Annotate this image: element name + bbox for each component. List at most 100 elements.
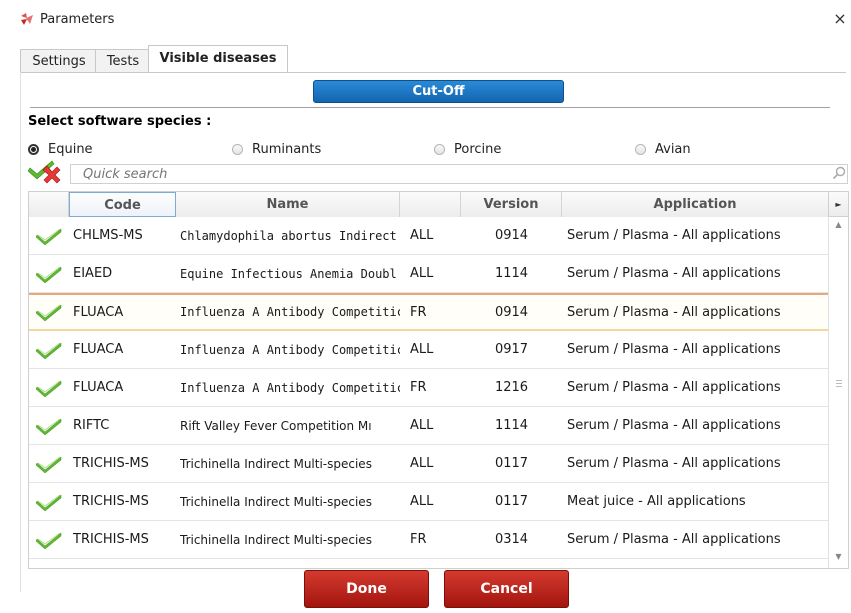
tab-tests[interactable]: Tests [95, 49, 151, 73]
column-header-application[interactable]: Application [562, 192, 828, 217]
species-label: Equine [48, 141, 93, 157]
check-icon [36, 265, 62, 283]
column-header-code[interactable]: Code [69, 192, 176, 217]
application-cell: Serum / Plasma - All applications [567, 418, 781, 433]
row-status-cell[interactable] [29, 445, 69, 482]
row-status-cell[interactable] [29, 369, 69, 406]
version-cell: 0914 [494, 228, 529, 243]
code-cell: FLUACA [73, 380, 124, 395]
tab-settings[interactable]: Settings [20, 49, 98, 73]
toggle-all-check-cross-icon[interactable] [28, 159, 66, 185]
check-icon [36, 493, 62, 511]
row-status-cell[interactable] [29, 331, 69, 368]
country-cell: ALL [410, 494, 434, 509]
country-cell: ALL [410, 418, 434, 433]
vertical-scrollbar[interactable]: ▲ ▼ [828, 217, 848, 568]
country-cell: ALL [410, 228, 434, 243]
row-status-cell[interactable] [29, 407, 69, 444]
table-row[interactable]: FLUACA Influenza A Antibody Competitic ALL… [29, 331, 828, 369]
diseases-table: Code Name Version Application ► CHLMS-MS… [28, 191, 849, 569]
row-status-cell[interactable] [29, 483, 69, 520]
application-cell: Serum / Plasma - All applications [567, 342, 781, 357]
row-status-cell[interactable] [29, 217, 69, 254]
species-radio-equine[interactable]: Equine [28, 141, 93, 157]
check-icon [36, 531, 62, 549]
column-header-version[interactable]: Version [461, 192, 562, 217]
version-cell: 0117 [494, 456, 529, 471]
tab-panel-border [20, 72, 846, 73]
version-cell: 0917 [494, 342, 529, 357]
species-section-title: Select software species : [28, 114, 212, 129]
column-header-name[interactable]: Name [176, 192, 400, 217]
check-icon [36, 227, 62, 245]
table-row[interactable]: RIFTC Rift Valley Fever Competition Mı ALL… [29, 407, 828, 445]
version-cell: 0314 [494, 532, 529, 547]
column-header-country[interactable] [400, 192, 461, 217]
code-cell: RIFTC [73, 418, 110, 433]
species-label: Porcine [454, 141, 502, 157]
name-cell: Trichinella Indirect Multi-species [180, 494, 372, 509]
column-menu-button[interactable]: ► [828, 192, 848, 217]
radio-selected-icon [28, 143, 39, 155]
version-cell: 0117 [494, 494, 529, 509]
quick-search-input[interactable] [70, 164, 848, 184]
check-icon [36, 455, 62, 473]
species-radio-ruminants[interactable]: Ruminants [232, 141, 321, 157]
check-icon [36, 341, 62, 359]
application-cell: Meat juice - All applications [567, 494, 746, 509]
column-header-status[interactable] [29, 192, 69, 217]
done-button[interactable]: Done [304, 570, 429, 608]
scroll-down-arrow-icon[interactable]: ▼ [829, 552, 848, 564]
code-cell: TRICHIS-MS [73, 494, 149, 509]
version-cell: 1216 [494, 380, 529, 395]
table-row[interactable]: FLUACA Influenza A Antibody Competitic FR 1… [29, 369, 828, 407]
window-title: Parameters [40, 12, 115, 27]
species-label: Avian [655, 141, 691, 157]
version-cell: 0914 [494, 304, 529, 320]
search-icon[interactable] [832, 166, 846, 180]
close-button[interactable]: × [830, 8, 850, 30]
table-row[interactable]: TRICHIS-MS Trichinella Indirect Multi-spe… [29, 445, 828, 483]
row-status-cell[interactable] [29, 255, 69, 292]
species-radio-porcine[interactable]: Porcine [434, 141, 501, 157]
name-cell: Influenza A Antibody Competitic [180, 380, 400, 395]
country-cell: ALL [410, 342, 434, 357]
check-icon [36, 304, 62, 321]
row-status-cell[interactable] [29, 521, 69, 558]
scrollbar-thumb[interactable] [833, 347, 844, 419]
application-cell: Serum / Plasma - All applications [567, 380, 781, 395]
country-cell: ALL [410, 266, 434, 281]
separator [30, 107, 830, 108]
application-cell: Serum / Plasma - All applications [567, 532, 781, 547]
radio-unselected-icon [635, 143, 646, 155]
version-cell: 1114 [494, 266, 529, 281]
application-cell: Serum / Plasma - All applications [567, 266, 781, 281]
application-cell: Serum / Plasma - All applications [567, 304, 781, 320]
name-cell: Chlamydophila abortus Indirect [180, 228, 397, 243]
name-cell: Rift Valley Fever Competition Mı [180, 418, 372, 433]
table-header: Code Name Version Application [29, 192, 828, 218]
table-row[interactable]: CHLMS-MS Chlamydophila abortus Indirect AL… [29, 217, 828, 255]
title-bar: Parameters × [0, 0, 851, 38]
table-row[interactable]: FLUACA Influenza A Antibody Competitic FR 0… [29, 293, 828, 331]
code-cell: FLUACA [73, 304, 124, 320]
version-cell: 1114 [494, 418, 529, 433]
code-cell: FLUACA [73, 342, 124, 357]
code-cell: EIAED [73, 266, 113, 281]
table-row[interactable]: EIAED Equine Infectious Anemia Doubl ALL 11… [29, 255, 828, 293]
app-logo-icon [21, 13, 33, 25]
code-cell: CHLMS-MS [73, 228, 143, 243]
tab-visible-diseases[interactable]: Visible diseases [148, 45, 288, 73]
table-row[interactable]: TRICHIS-MS Trichinella Indirect Multi-spe… [29, 483, 828, 521]
table-row[interactable]: TRICHIS-MS Trichinella Indirect Multi-spe… [29, 521, 828, 559]
radio-unselected-icon [434, 143, 445, 155]
name-cell: Trichinella Indirect Multi-species [180, 532, 372, 547]
name-cell: Trichinella Indirect Multi-species [180, 456, 372, 471]
cutoff-button[interactable]: Cut-Off [313, 80, 564, 103]
radio-unselected-icon [232, 143, 243, 155]
scroll-up-arrow-icon[interactable]: ▲ [829, 220, 848, 232]
name-cell: Equine Infectious Anemia Doubl [180, 266, 397, 281]
row-status-cell[interactable] [29, 295, 69, 329]
cancel-button[interactable]: Cancel [444, 570, 569, 608]
species-radio-avian[interactable]: Avian [635, 141, 691, 157]
